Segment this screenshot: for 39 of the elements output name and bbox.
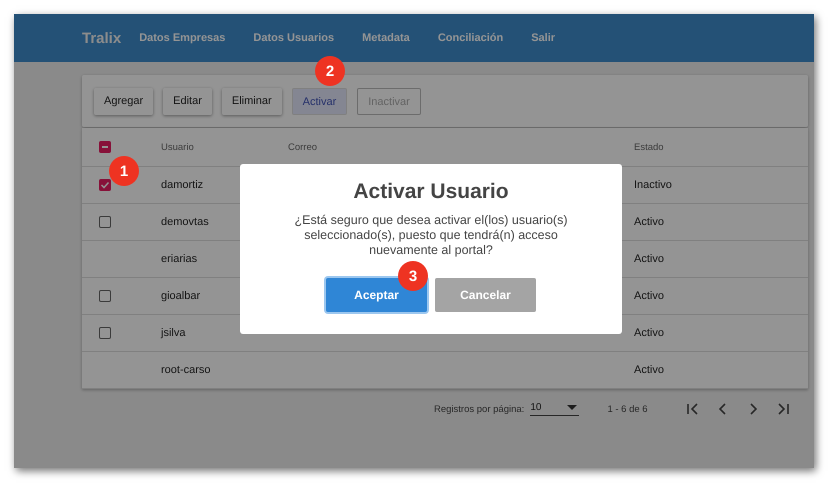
row-checkbox[interactable] [99, 216, 111, 228]
table-cell: eriarias [161, 253, 198, 265]
dialog-button[interactable]: Cancelar [435, 278, 536, 312]
column-header: Estado [634, 142, 664, 152]
row-checkbox[interactable] [99, 179, 111, 191]
nav-link[interactable]: Salir [531, 32, 556, 44]
dialog-title: Activar Usuario [353, 180, 509, 204]
caret-icon [567, 405, 578, 410]
toolbar-button[interactable]: Eliminar [222, 88, 282, 114]
page-size-select[interactable]: 10 [530, 402, 580, 416]
row-checkbox[interactable] [99, 327, 111, 339]
table-cell: root-carso [161, 364, 211, 376]
nav-link[interactable]: Conciliación [438, 32, 504, 44]
select-all-checkbox[interactable] [99, 141, 111, 153]
page-range: 1 - 6 de 6 [607, 404, 648, 414]
row-checkbox[interactable] [99, 290, 111, 302]
toolbar-button[interactable]: Activar [292, 88, 348, 114]
brand-logo[interactable]: Tralix [82, 30, 122, 46]
toolbar-button[interactable]: Editar [163, 88, 212, 114]
table-cell: Activo [634, 327, 664, 339]
table-cell: Activo [634, 364, 664, 376]
first-page-icon[interactable] [686, 402, 700, 416]
page-size-label: Registros por página: [434, 404, 524, 414]
table-cell: gioalbar [161, 290, 200, 302]
table-cell: Activo [634, 253, 664, 265]
toolbar-button[interactable]: Agregar [94, 88, 154, 114]
table-cell: Activo [634, 216, 664, 228]
table-cell: Inactivo [634, 179, 672, 191]
last-page-icon[interactable] [776, 402, 790, 416]
nav-link[interactable]: Datos Empresas [139, 32, 226, 44]
column-header: Correo [288, 142, 318, 152]
nav-link[interactable]: Datos Usuarios [253, 32, 334, 44]
table-cell: Activo [634, 290, 664, 302]
table-cell: demovtas [161, 216, 209, 228]
table-cell: jsilva [161, 327, 186, 339]
dialog-message: ¿Está seguro que desea activar el(los) usuario(s) seleccionado(s), puesto que tendrá(n) acceso nuevamente al portal? [293, 213, 569, 258]
column-header: Usuario [161, 142, 194, 152]
table-cell: damortiz [161, 179, 204, 191]
nav-link[interactable]: Metadata [362, 32, 410, 44]
